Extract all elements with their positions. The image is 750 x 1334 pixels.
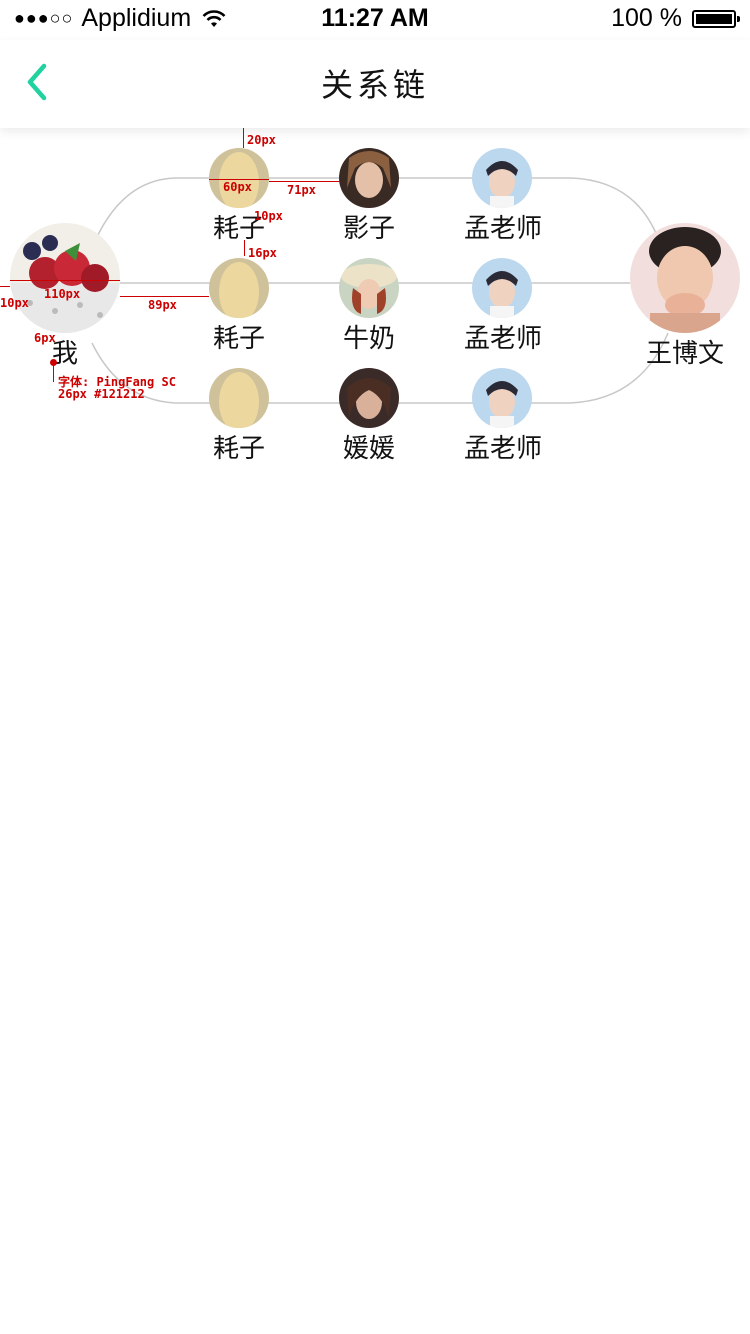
chain-node-name: 耗子 <box>212 434 265 464</box>
chain-node[interactable]: 耗子 <box>204 258 274 354</box>
spec-label: 10px <box>254 209 283 223</box>
spec-line <box>0 286 10 287</box>
chain-node-name: 孟老师 <box>464 434 543 464</box>
spec-line <box>243 128 244 148</box>
spec-line <box>269 181 340 182</box>
battery-label: 100 % <box>611 4 682 32</box>
avatar-haozi <box>209 258 269 318</box>
target-node[interactable]: 王博文 <box>630 223 740 369</box>
spec-line <box>120 296 209 297</box>
chain-node[interactable]: 媛媛 <box>334 368 404 464</box>
chain-node[interactable]: 牛奶 <box>334 258 404 354</box>
spec-label: 10px <box>0 296 29 310</box>
avatar-yingzi <box>339 148 399 208</box>
status-bar: ●●●○○ Applidium 11:27 AM 100 % <box>0 0 750 40</box>
spec-label: 71px <box>287 183 316 197</box>
nav-bar: 关系链 <box>0 40 750 128</box>
relationship-chain: 我 王博文 耗子 影子 孟老师 耗子 牛奶 孟老师 耗子 媛媛 孟老师 20px… <box>0 128 750 528</box>
spec-label: 20px <box>247 133 276 147</box>
avatar-meng <box>472 258 532 318</box>
chain-node-name: 孟老师 <box>464 214 543 244</box>
spec-label: 89px <box>148 298 177 312</box>
chain-node-name: 孟老师 <box>464 324 543 354</box>
me-name: 我 <box>51 339 78 369</box>
spec-line <box>244 240 245 256</box>
chain-node[interactable]: 耗子 <box>204 368 274 464</box>
chain-node-name: 影子 <box>342 214 395 244</box>
chain-node[interactable]: 孟老师 <box>464 368 543 464</box>
chain-node-name: 耗子 <box>212 324 265 354</box>
chain-node[interactable]: 影子 <box>334 148 404 244</box>
spec-label: 110px <box>44 287 81 301</box>
target-name: 王博文 <box>645 339 724 369</box>
page-title: 关系链 <box>320 66 429 104</box>
chain-node[interactable]: 耗子 <box>204 148 274 244</box>
spec-line <box>10 280 120 281</box>
avatar-haozi <box>209 148 269 208</box>
chain-node-name: 牛奶 <box>342 324 395 354</box>
avatar-niunai <box>339 258 399 318</box>
avatar-target <box>630 223 740 333</box>
chain-node[interactable]: 孟老师 <box>464 148 543 244</box>
avatar-haozi <box>209 368 269 428</box>
spec-label: 60px <box>223 180 252 194</box>
avatar-meng <box>472 148 532 208</box>
spec-label: 16px <box>248 246 277 260</box>
battery-area: 100 % <box>611 4 740 33</box>
spec-label: 6px <box>34 331 56 345</box>
spec-dot <box>50 359 57 366</box>
avatar-meng <box>472 368 532 428</box>
avatar-yuanyuan <box>339 368 399 428</box>
chain-node-name: 媛媛 <box>342 434 395 464</box>
chain-node[interactable]: 孟老师 <box>464 258 543 354</box>
spec-label: 26px #121212 <box>58 387 145 401</box>
battery-icon <box>692 9 740 28</box>
avatar-me <box>10 223 120 333</box>
